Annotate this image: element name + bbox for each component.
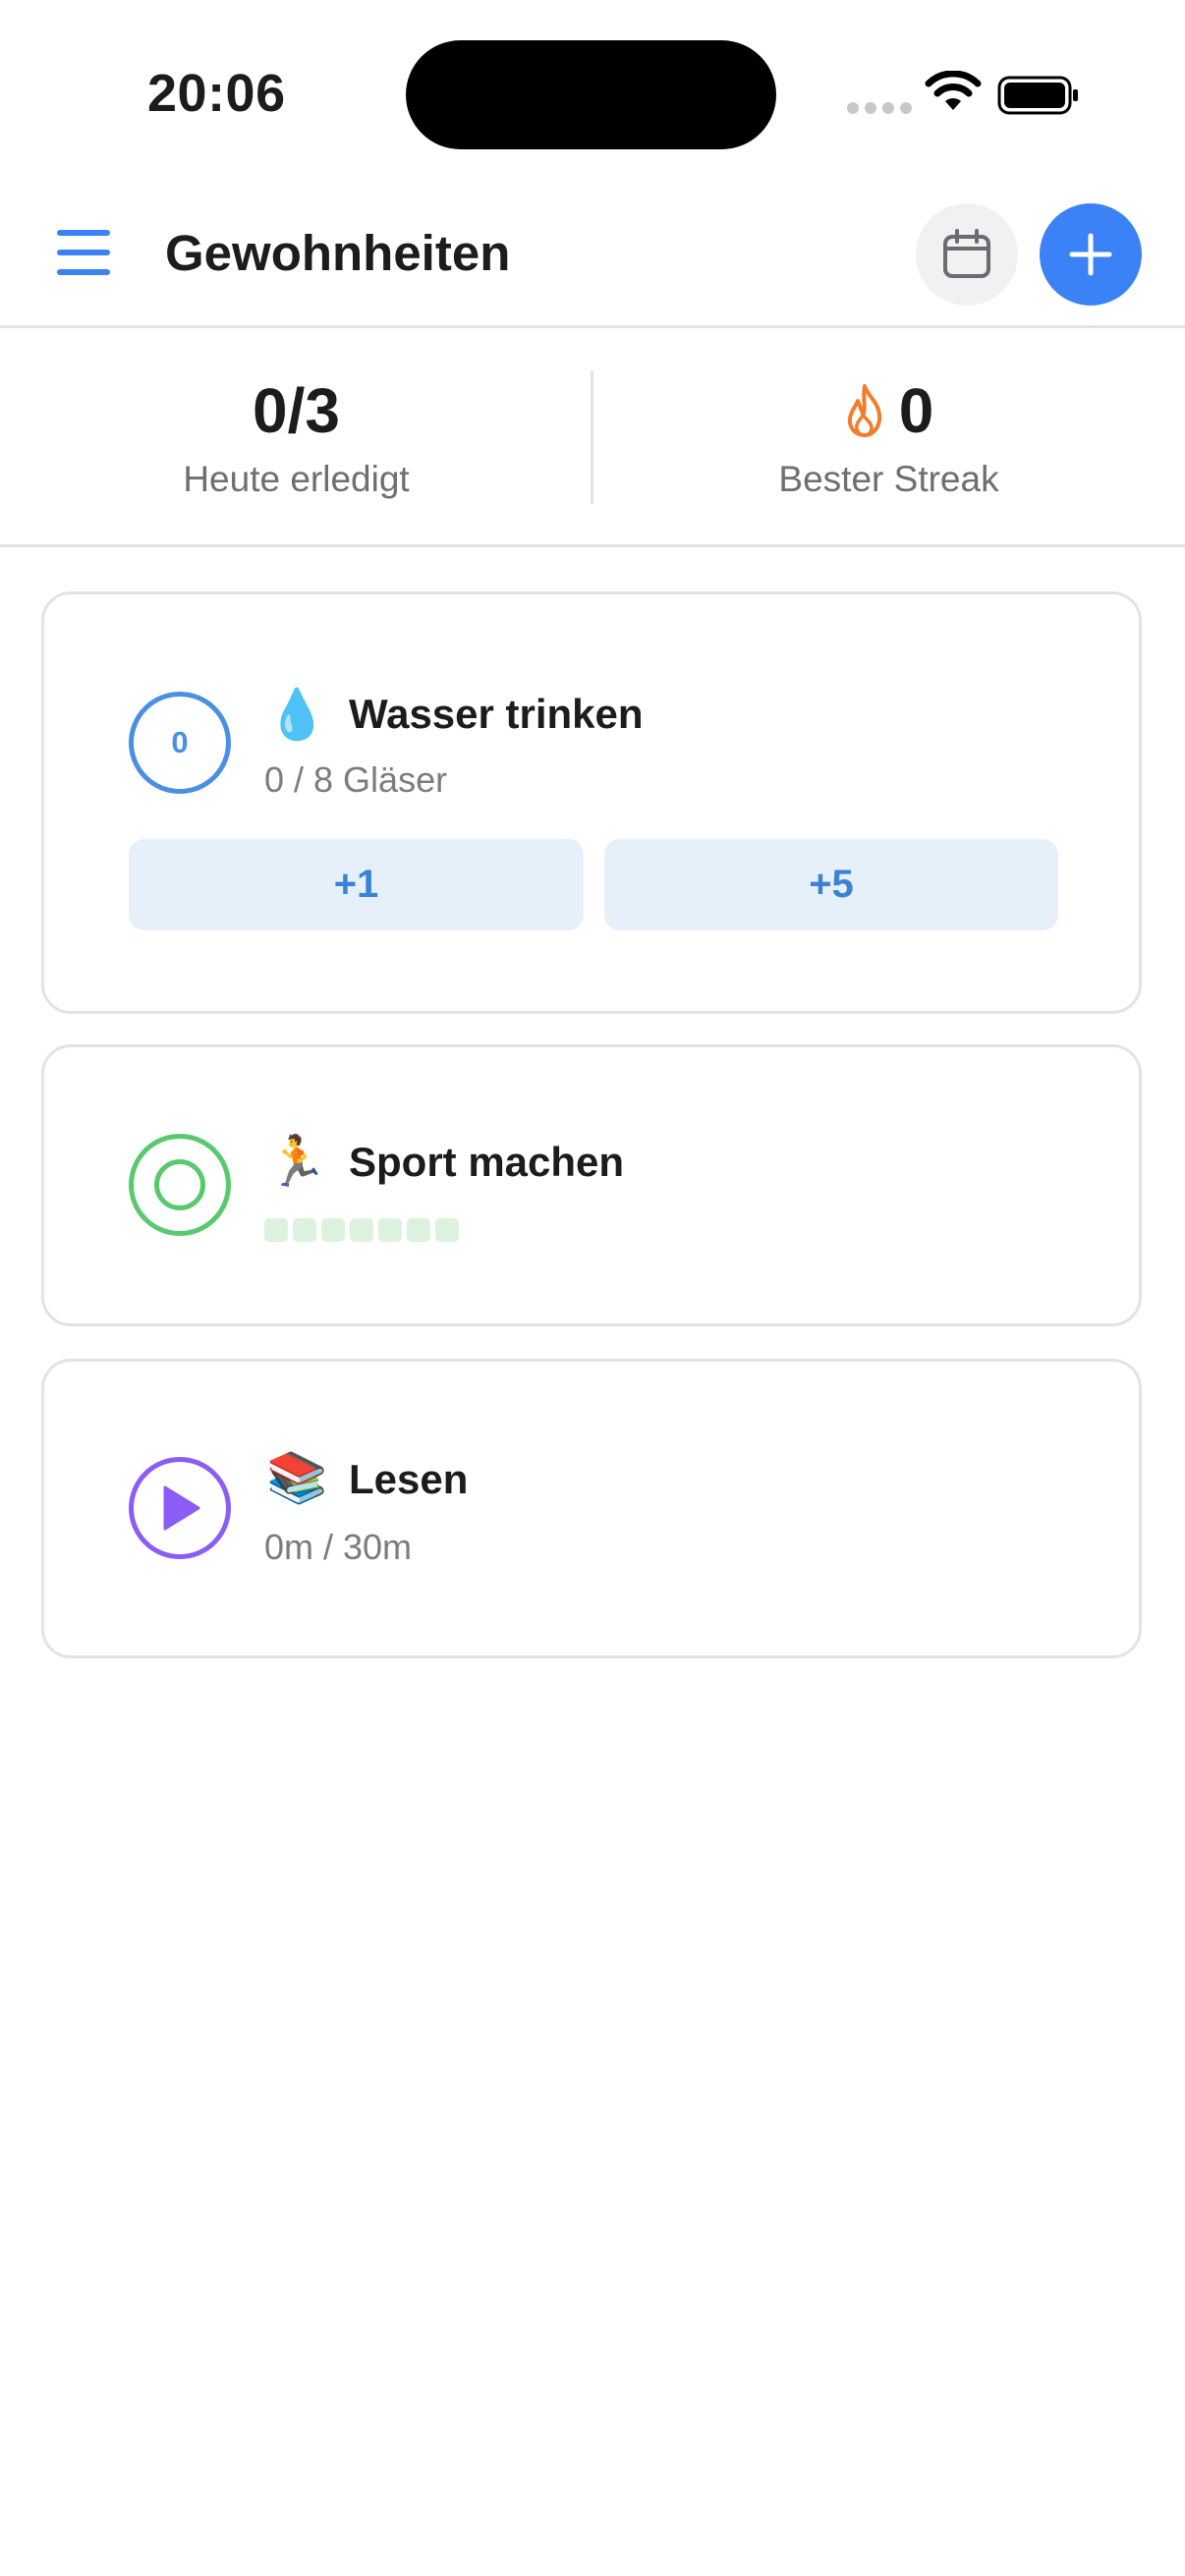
- habit-card-sport[interactable]: 🏃 Sport machen: [41, 1044, 1142, 1326]
- water-progress-count: 0: [171, 725, 189, 759]
- cellular-signal-icon: [847, 102, 912, 114]
- wifi-icon: [925, 71, 982, 110]
- battery-icon: [997, 76, 1078, 115]
- completed-today-value: 0/3: [253, 375, 340, 446]
- habit-card-water[interactable]: 0 💧 Wasser trinken 0 / 8 Gläser +1 +5: [41, 591, 1142, 1014]
- reading-timer-button[interactable]: [129, 1457, 231, 1559]
- menu-bar: [57, 230, 110, 236]
- play-icon: [163, 1485, 200, 1531]
- app-header: Gewohnheiten: [0, 187, 1185, 328]
- sport-ring-inner: [154, 1159, 205, 1210]
- week-day-dot: [407, 1218, 430, 1242]
- week-day-dot: [264, 1218, 288, 1242]
- page-title: Gewohnheiten: [165, 225, 511, 281]
- plus-icon: [1069, 233, 1112, 276]
- menu-button[interactable]: [55, 224, 112, 281]
- add-one-button[interactable]: +1: [129, 839, 584, 930]
- habit-progress-text: 0 / 8 Gläser: [264, 759, 448, 800]
- dynamic-island: [406, 40, 776, 149]
- runner-icon: 🏃: [266, 1134, 328, 1189]
- add-habit-button[interactable]: [1040, 203, 1142, 306]
- week-progress-dots: [264, 1218, 459, 1242]
- best-streak-stat: 0 Bester Streak: [592, 331, 1185, 547]
- menu-bar: [57, 269, 110, 275]
- calendar-button[interactable]: [916, 203, 1018, 306]
- stats-summary: 0/3 Heute erledigt 0 Bester Streak: [0, 331, 1185, 547]
- habit-name: Sport machen: [349, 1139, 625, 1185]
- sport-check-ring[interactable]: [129, 1134, 231, 1236]
- best-streak-value: 0: [898, 375, 934, 446]
- water-progress-ring[interactable]: 0: [129, 692, 231, 794]
- completed-today-stat: 0/3 Heute erledigt: [0, 331, 592, 547]
- books-icon: 📚: [266, 1450, 328, 1505]
- calendar-icon: [943, 229, 990, 278]
- habit-name: Lesen: [349, 1456, 469, 1502]
- week-day-dot: [378, 1218, 402, 1242]
- habits-screen: 20:06 Gewohnheiten 0/3 Heute erledigt 0 …: [0, 0, 1185, 2576]
- menu-bar: [57, 250, 110, 255]
- habit-name: Wasser trinken: [349, 691, 644, 737]
- water-drop-icon: 💧: [266, 687, 328, 742]
- week-day-dot: [293, 1218, 316, 1242]
- week-day-dot: [350, 1218, 373, 1242]
- week-day-dot: [435, 1218, 459, 1242]
- habit-card-read[interactable]: 📚 Lesen 0m / 30m: [41, 1359, 1142, 1658]
- add-five-button[interactable]: +5: [604, 839, 1058, 930]
- status-bar: 20:06: [0, 0, 1185, 187]
- completed-today-label: Heute erledigt: [183, 459, 410, 499]
- best-streak-label: Bester Streak: [778, 459, 999, 499]
- habit-progress-text: 0m / 30m: [264, 1527, 413, 1567]
- flame-icon: [847, 384, 881, 437]
- week-day-dot: [321, 1218, 345, 1242]
- status-time: 20:06: [147, 64, 286, 123]
